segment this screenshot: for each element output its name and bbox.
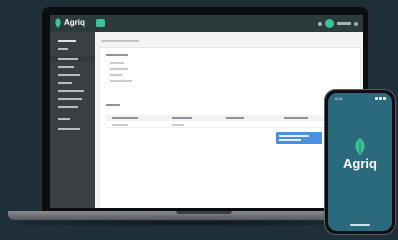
settings-icon[interactable]: [354, 21, 358, 26]
leaf-icon: [355, 138, 365, 155]
sidebar-item[interactable]: [50, 104, 95, 110]
sidebar: [50, 32, 95, 208]
status-icons: [375, 97, 386, 100]
sidebar-item[interactable]: [50, 88, 95, 94]
sidebar-item[interactable]: [50, 46, 95, 52]
sidebar-item[interactable]: [50, 126, 95, 132]
user-menu[interactable]: [337, 22, 351, 25]
notification-icon[interactable]: [318, 21, 322, 26]
sidebar-item[interactable]: [50, 56, 95, 62]
signal-icon: [375, 97, 378, 100]
table-header: [106, 115, 352, 121]
status-time: 9:41: [335, 96, 343, 101]
leaf-icon: [55, 18, 61, 28]
laptop-screen: Agriq: [50, 15, 363, 208]
menu-toggle-button[interactable]: [96, 19, 105, 27]
section-heading: [106, 54, 128, 56]
header-user-area: [318, 19, 358, 28]
brand-name: Agriq: [64, 18, 85, 27]
phone-splash-screen: 9:41 Agriq: [328, 93, 392, 231]
section-heading: [106, 104, 120, 106]
info-line: [110, 68, 128, 70]
info-line: [110, 74, 122, 76]
sidebar-item[interactable]: [50, 96, 95, 102]
app-logo[interactable]: Agriq: [54, 18, 85, 28]
main-content: [95, 32, 363, 208]
breadcrumb: [101, 40, 139, 42]
table-row[interactable]: [106, 122, 352, 128]
laptop-shadow: [20, 220, 360, 226]
info-line: [110, 80, 132, 82]
home-indicator[interactable]: [350, 224, 370, 226]
battery-icon: [383, 97, 386, 100]
wifi-icon: [379, 97, 382, 100]
avatar[interactable]: [325, 19, 334, 28]
info-line: [110, 62, 124, 64]
laptop-notch: [176, 211, 232, 214]
app-header: Agriq: [50, 15, 363, 32]
sidebar-item[interactable]: [50, 72, 95, 78]
content-panel: [99, 47, 361, 208]
sidebar-item[interactable]: [50, 64, 95, 70]
sidebar-item[interactable]: [50, 80, 95, 86]
sidebar-item[interactable]: [50, 116, 95, 122]
splash-app-name: Agriq: [343, 156, 377, 171]
sidebar-item[interactable]: [50, 38, 95, 44]
action-dropdown[interactable]: [276, 132, 322, 144]
